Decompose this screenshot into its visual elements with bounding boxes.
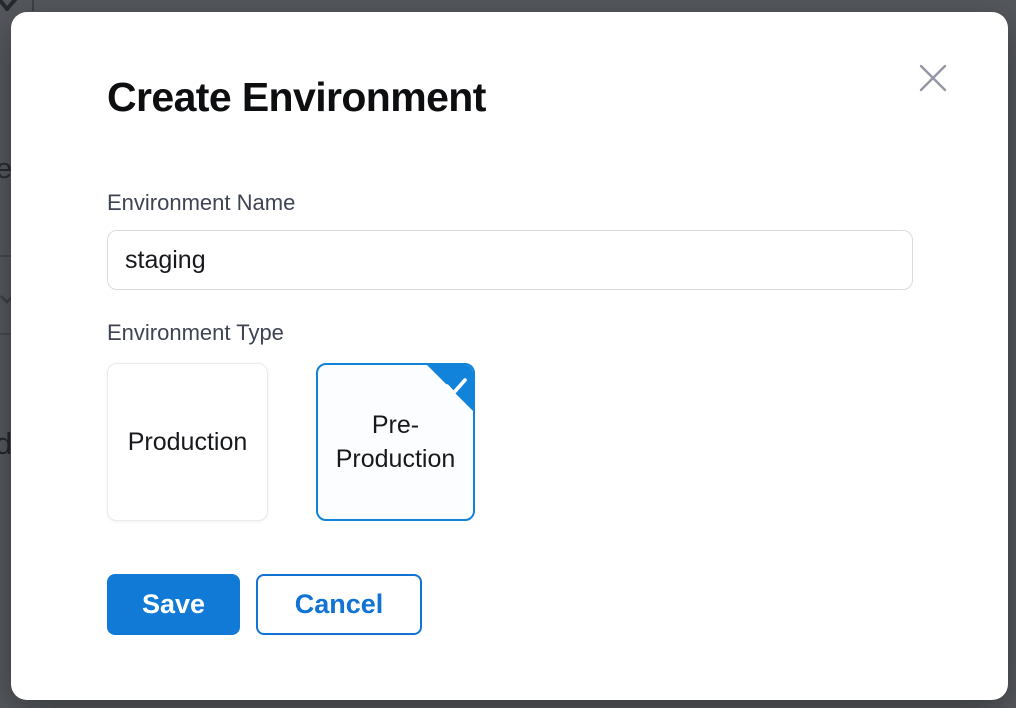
- close-button[interactable]: [915, 61, 951, 97]
- type-option-pre-production[interactable]: Pre-Production: [316, 363, 475, 521]
- dialog-actions: Save Cancel: [107, 574, 422, 635]
- close-icon: [917, 62, 949, 97]
- type-option-label: Pre-Production: [318, 408, 473, 476]
- background-divider: [32, 0, 34, 11]
- environment-name-label: Environment Name: [107, 190, 295, 216]
- save-button[interactable]: Save: [107, 574, 240, 635]
- create-environment-dialog: Create Environment Environment Name Envi…: [11, 12, 1008, 700]
- type-option-label: Production: [114, 425, 262, 459]
- environment-type-options: Production Pre-Production: [107, 363, 475, 521]
- environment-name-input[interactable]: [107, 230, 913, 290]
- environment-type-label: Environment Type: [107, 320, 284, 346]
- dialog-title: Create Environment: [107, 74, 486, 121]
- dimmed-backdrop: e d Create Environment Environment Name …: [0, 0, 1016, 708]
- type-option-production[interactable]: Production: [107, 363, 268, 521]
- cancel-button[interactable]: Cancel: [256, 574, 422, 635]
- check-icon: [444, 371, 468, 405]
